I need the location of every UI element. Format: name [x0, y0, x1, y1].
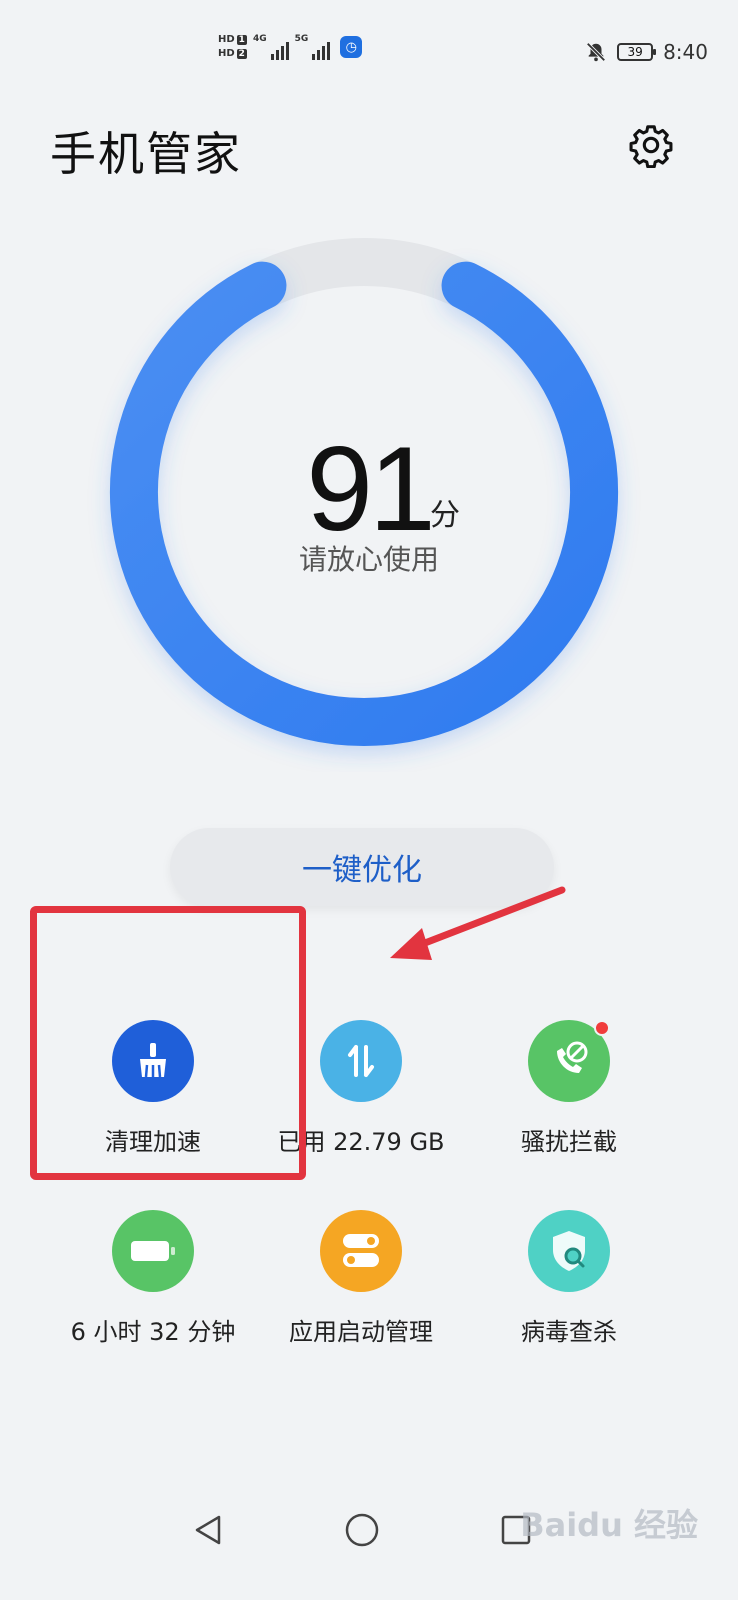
mute-bell-icon — [586, 42, 606, 62]
battery-icon: 39 — [617, 43, 657, 61]
score-subtitle: 请放心使用 — [298, 543, 439, 576]
settings-gear-icon[interactable] — [628, 122, 674, 168]
home-icon[interactable] — [332, 1500, 392, 1560]
annotation-highlight-box — [30, 906, 306, 1180]
battery-icon — [112, 1210, 194, 1292]
hd1-num: 1 — [236, 35, 247, 45]
hd1-indicator: HD 1 — [218, 35, 247, 45]
battery-level: 39 — [627, 45, 643, 59]
hd2-indicator: HD 2 — [218, 49, 247, 59]
score-unit: 分 — [430, 498, 460, 533]
tool-label: 病毒查杀 — [521, 1318, 617, 1346]
shield-search-icon — [528, 1210, 610, 1292]
toggle-icon — [320, 1210, 402, 1292]
phone-block-icon — [528, 1020, 610, 1102]
phone-manager-screen: HD 1 HD 2 4G 5G ◷ 39 8:40 手机管家 91 分 请放心使… — [0, 0, 738, 1600]
status-bar: HD 1 HD 2 4G 5G ◷ 39 8:40 — [0, 30, 738, 80]
tool-virus-scan[interactable]: 病毒查杀 — [454, 1210, 684, 1347]
status-right: 39 8:40 — [585, 40, 708, 64]
watermark: Baidu 经验 — [520, 1506, 698, 1544]
clock: 8:40 — [663, 40, 708, 64]
tool-harassment-block[interactable]: 骚扰拦截 — [454, 1020, 684, 1157]
alarm-app-icon: ◷ — [340, 36, 363, 58]
page-title: 手机管家 — [50, 127, 242, 181]
status-left: HD 1 HD 2 4G 5G ◷ — [218, 34, 363, 60]
data-transfer-icon — [320, 1020, 402, 1102]
hd2-num: 2 — [236, 49, 247, 59]
hd1-label: HD — [218, 34, 235, 45]
tool-battery[interactable]: 6 小时 32 分钟 — [38, 1210, 268, 1347]
back-icon[interactable] — [178, 1500, 238, 1560]
hd-indicators: HD 1 HD 2 — [218, 35, 247, 59]
network2-label: 5G — [294, 34, 309, 44]
tool-label: 应用启动管理 — [289, 1318, 433, 1346]
tool-app-launch[interactable]: 应用启动管理 — [246, 1210, 476, 1347]
hd2-label: HD — [218, 48, 235, 59]
tool-label: 骚扰拦截 — [521, 1128, 617, 1156]
notification-dot — [594, 1020, 610, 1036]
annotation-arrow — [390, 886, 566, 960]
signal-4g-icon: 4G — [253, 34, 289, 60]
network1-label: 4G — [252, 34, 267, 44]
tool-label: 6 小时 32 分钟 — [70, 1318, 236, 1346]
signal-5g-icon: 5G — [295, 34, 331, 60]
